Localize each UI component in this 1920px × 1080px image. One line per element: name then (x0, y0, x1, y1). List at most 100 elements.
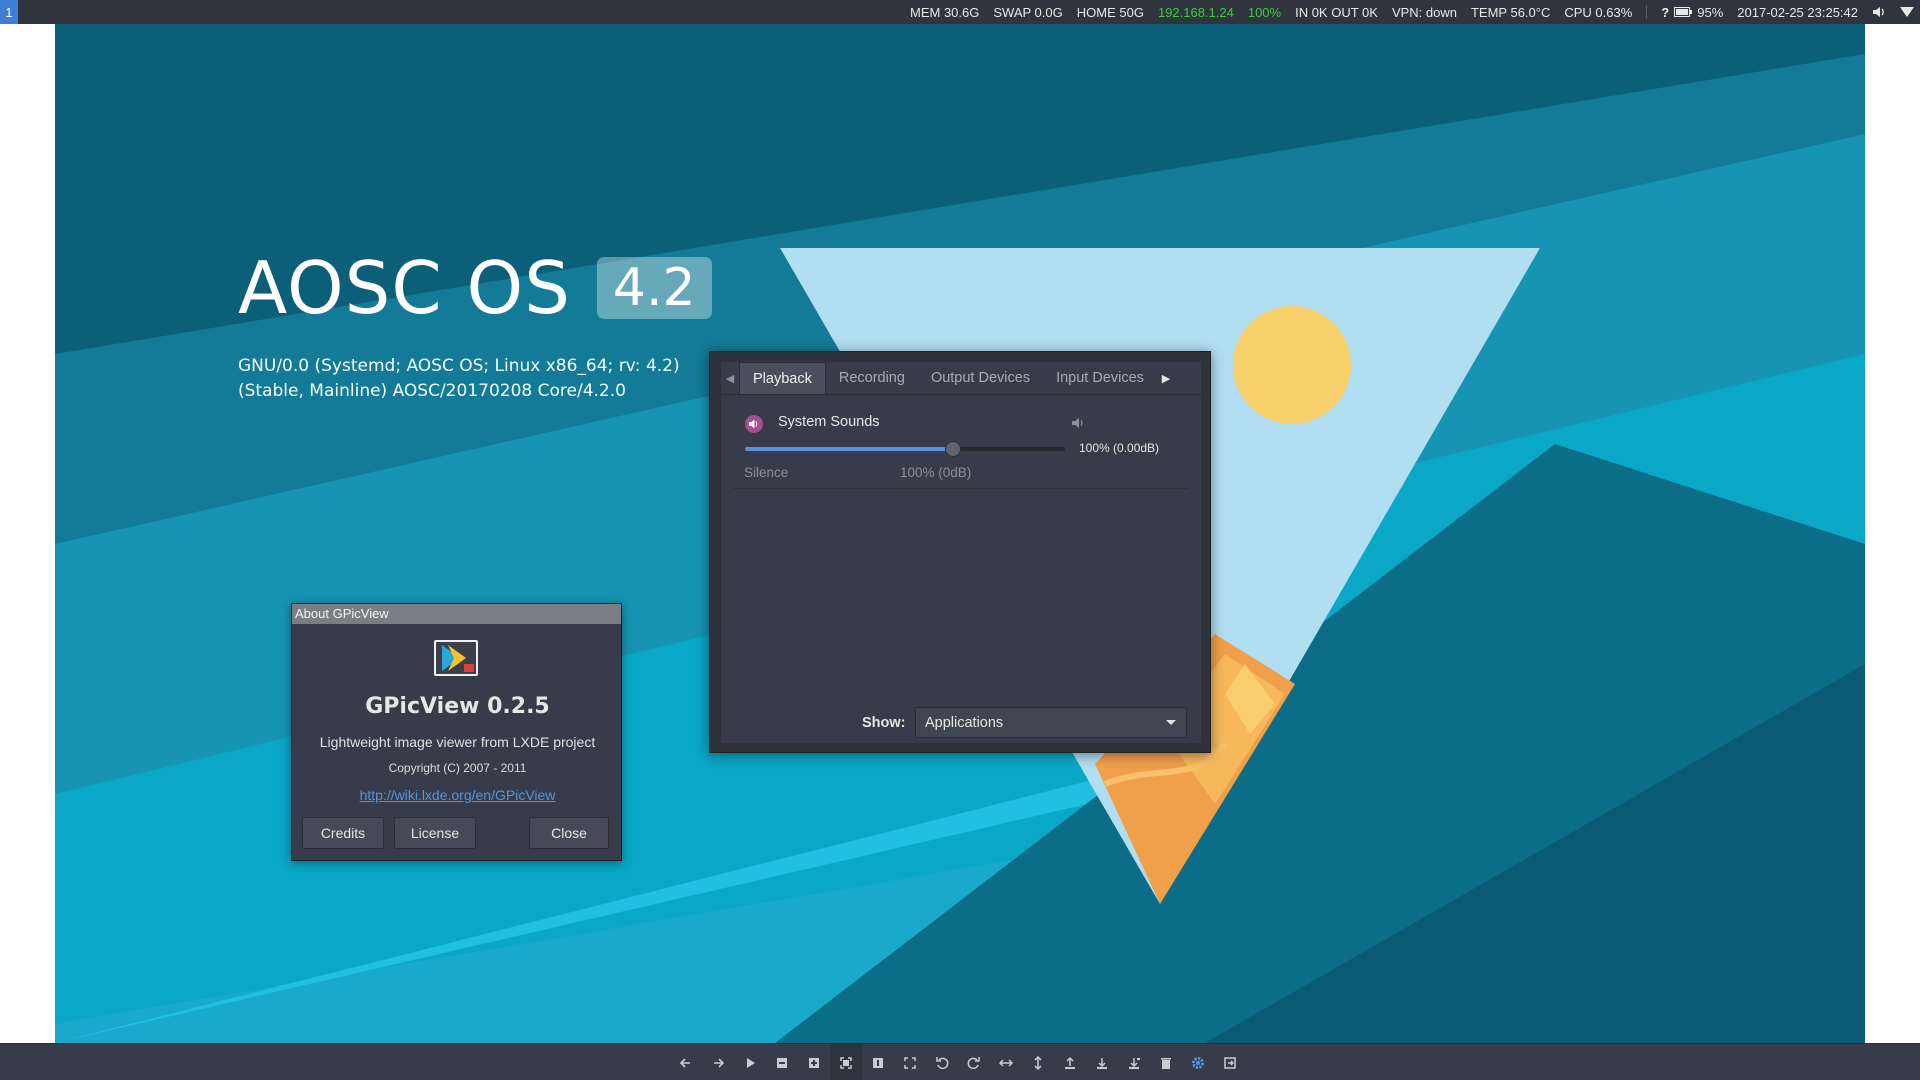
flip-vertical-button[interactable] (1022, 1044, 1054, 1080)
save-as-button[interactable] (1118, 1044, 1150, 1080)
temp-status: TEMP 56.0°C (1470, 4, 1551, 20)
app-copyright: Copyright (C) 2007 - 2011 (388, 761, 527, 775)
wifi-status: 100% (1247, 4, 1282, 20)
tab-input-devices[interactable]: Input Devices (1043, 362, 1157, 394)
os-title-row: AOSC OS 4.2 (238, 246, 712, 330)
vpn-status: VPN: down (1391, 4, 1457, 20)
website-link[interactable]: http://wiki.lxde.org/en/GPicView (292, 787, 623, 803)
workspace-indicator[interactable]: 1 (0, 0, 18, 24)
toolbar-buttons (670, 1044, 1246, 1080)
flip-vertical-icon (1034, 1055, 1042, 1070)
swap-status: SWAP 0.0G (993, 4, 1063, 20)
mem-status: MEM 30.6G (910, 4, 980, 20)
rotate-right-icon (967, 1056, 980, 1069)
fullscreen-icon (904, 1056, 916, 1069)
next-button[interactable] (702, 1044, 734, 1080)
save-button[interactable] (1086, 1044, 1118, 1080)
volume-slider[interactable] (745, 441, 1065, 457)
about-dialog-titlebar[interactable]: About GPicView (292, 604, 621, 624)
volume-value: 100% (0.00dB) (1079, 441, 1160, 455)
show-filter-value: Applications (925, 714, 1004, 731)
tab-output-devices[interactable]: Output Devices (918, 362, 1043, 394)
original-size-icon (873, 1057, 883, 1068)
stream-name: System Sounds (778, 414, 880, 430)
app-description: Lightweight image viewer from LXDE proje… (319, 734, 596, 750)
rotate-right-button[interactable] (958, 1044, 990, 1080)
tab-recording[interactable]: Recording (826, 362, 918, 394)
zoom-in-button[interactable] (798, 1044, 830, 1080)
speaker-icon (745, 415, 763, 433)
flip-horizontal-button[interactable] (990, 1044, 1022, 1080)
battery-state: ? (1661, 4, 1670, 20)
zoom-out-button[interactable] (766, 1044, 798, 1080)
fullscreen-button[interactable] (894, 1044, 926, 1080)
original-size-button[interactable] (862, 1044, 894, 1080)
volume-tray-icon[interactable] (1872, 5, 1886, 19)
battery-icon (1674, 7, 1693, 17)
quit-button[interactable] (1214, 1044, 1246, 1080)
os-details-line2: (Stable, Mainline) AOSC/20170208 Core/4.… (238, 381, 626, 401)
volume-control-window: ◀ Playback Recording Output Devices Inpu… (709, 351, 1211, 753)
open-button[interactable] (1054, 1044, 1086, 1080)
show-label: Show: (862, 715, 906, 731)
datetime[interactable]: 2017-02-25 23:25:42 (1737, 5, 1858, 20)
volume-control-content: ◀ Playback Recording Output Devices Inpu… (721, 362, 1201, 743)
battery-tray[interactable]: ? 95% (1661, 5, 1723, 20)
prev-icon (679, 1057, 690, 1068)
fit-button[interactable] (830, 1044, 862, 1080)
close-button[interactable]: Close (529, 817, 609, 849)
net-status: IN 0K OUT 0K (1295, 4, 1378, 20)
battery-level: 95% (1697, 4, 1724, 20)
rotate-left-button[interactable] (926, 1044, 958, 1080)
about-dialog: About GPicView GPicView 0.2.5 Lightweigh… (291, 603, 622, 861)
home-status: HOME 50G (1076, 4, 1144, 20)
tab-scroll-left-icon[interactable]: ◀ (721, 362, 739, 394)
chevron-down-icon (1166, 720, 1176, 725)
stream-system-sounds: System Sounds 100% (0.00dB) Silence 100%… (733, 406, 1189, 480)
ip-status: 192.168.1.24 (1157, 4, 1234, 20)
gpicview-logo-icon (434, 640, 478, 676)
flip-horizontal-icon (998, 1058, 1014, 1067)
tray-divider (1646, 5, 1648, 19)
cpu-status: CPU 0.63% (1564, 4, 1633, 20)
volume-slider-fill (745, 447, 953, 451)
os-details: GNU/0.0 (Systemd; AOSC OS; Linux x86_64;… (238, 354, 712, 404)
network-tray-icon[interactable] (1900, 6, 1914, 18)
tab-underline (721, 394, 1201, 395)
delete-button[interactable] (1150, 1044, 1182, 1080)
os-details-line1: GNU/0.0 (Systemd; AOSC OS; Linux x86_64;… (238, 356, 680, 376)
tab-bar: ◀ Playback Recording Output Devices Inpu… (721, 362, 1201, 394)
app-name: GPicView 0.2.5 (365, 694, 550, 719)
os-branding: AOSC OS 4.2 GNU/0.0 (Systemd; AOSC OS; L… (238, 246, 712, 404)
quit-icon (1224, 1056, 1236, 1069)
slideshow-icon (747, 1057, 755, 1068)
mute-toggle-icon[interactable] (1071, 416, 1085, 430)
preferences-button[interactable] (1182, 1044, 1214, 1080)
volume-slider-handle[interactable] (945, 441, 961, 457)
zoom-in-icon (809, 1057, 819, 1068)
os-version-badge: 4.2 (596, 257, 712, 319)
prev-button[interactable] (670, 1044, 702, 1080)
save-as-icon (1129, 1057, 1140, 1069)
credits-button[interactable]: Credits (302, 817, 384, 849)
gpicview-toolbar (0, 1043, 1920, 1080)
tab-playback[interactable]: Playback (739, 362, 826, 394)
status-items: MEM 30.6G SWAP 0.0G HOME 50G 192.168.1.2… (910, 0, 1914, 24)
preferences-icon (1192, 1056, 1204, 1069)
volume-mark-silence: Silence (744, 465, 789, 480)
next-icon (714, 1057, 725, 1068)
os-name: AOSC OS (238, 246, 571, 330)
tab-scroll-right-icon[interactable]: ▶ (1157, 362, 1175, 394)
open-icon (1065, 1056, 1075, 1069)
license-button[interactable]: License (394, 817, 476, 849)
delete-icon (1161, 1057, 1171, 1069)
volume-mark-100: 100% (0dB) (900, 465, 972, 480)
stream-divider (733, 488, 1189, 489)
save-icon (1097, 1057, 1107, 1069)
slideshow-button[interactable] (734, 1044, 766, 1080)
fit-icon (840, 1056, 852, 1069)
zoom-out-icon (777, 1057, 787, 1068)
show-filter-dropdown[interactable]: Applications (915, 707, 1187, 738)
rotate-left-icon (936, 1056, 949, 1069)
top-status-bar: 1 MEM 30.6G SWAP 0.0G HOME 50G 192.168.1… (0, 0, 1920, 24)
